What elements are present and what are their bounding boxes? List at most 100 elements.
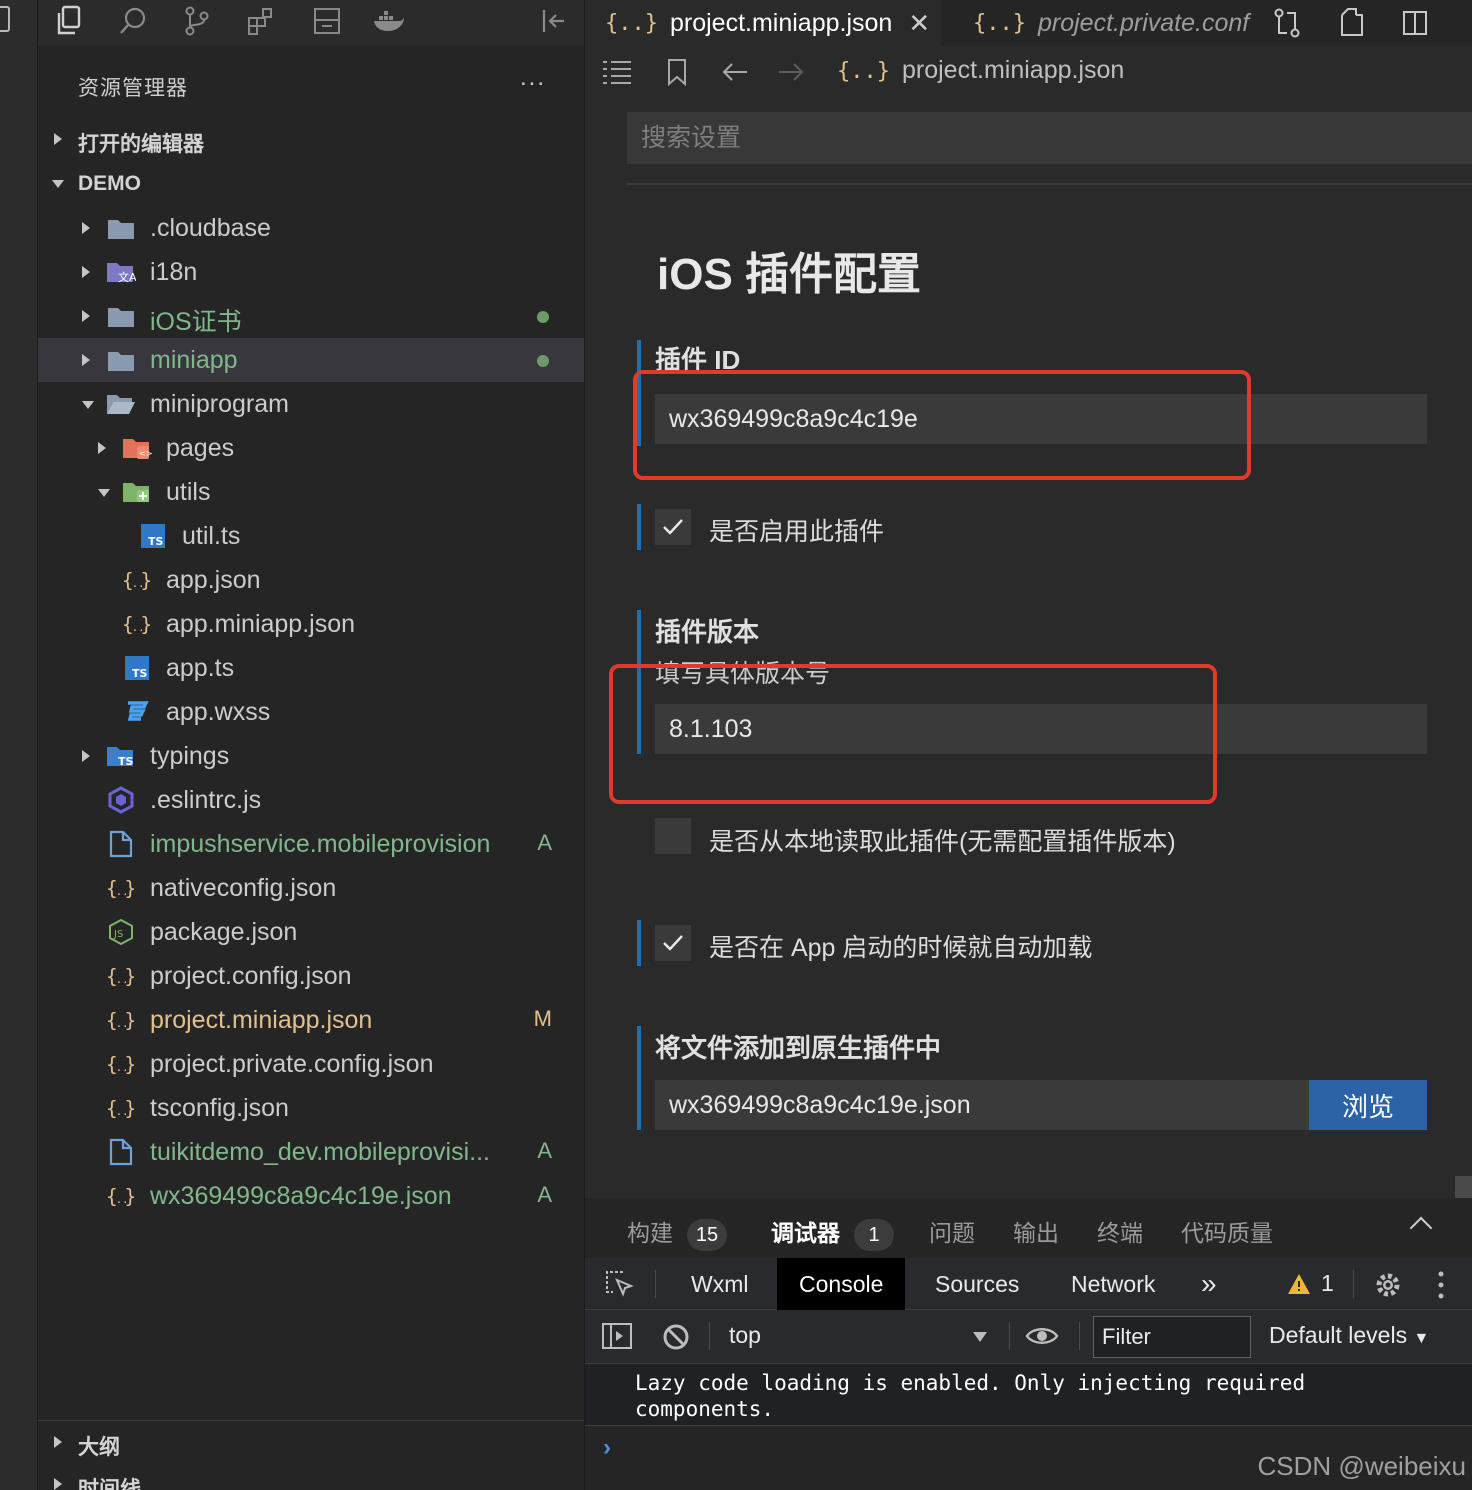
close-icon[interactable]: ✕ (908, 8, 930, 39)
svg-text:TS: TS (118, 755, 134, 768)
explorer-activity-icon[interactable] (0, 6, 10, 32)
tree-item-label: miniprogram (150, 390, 289, 418)
kebab-menu-icon[interactable] (1437, 1270, 1445, 1305)
tree-item[interactable]: utils (38, 470, 584, 514)
tree-item[interactable]: {..} app.miniapp.json (38, 602, 584, 646)
tree-item[interactable]: .cloudbase (38, 206, 584, 250)
chevron-up-icon[interactable] (1409, 1216, 1433, 1240)
files-icon[interactable] (52, 4, 86, 38)
chevron-right-icon[interactable] (82, 354, 90, 366)
tab-console[interactable]: Console (777, 1258, 906, 1310)
tree-item-label: wx369499c8a9c4c19e.json (150, 1182, 452, 1210)
tree-item-label: impushservice.mobileprovision (150, 830, 491, 858)
add-files-input[interactable]: wx369499c8a9c4c19e.json (655, 1080, 1309, 1130)
timeline-section[interactable]: 时间线 (38, 1463, 584, 1490)
tree-item[interactable]: .eslintrc.js (38, 778, 584, 822)
inspect-element-icon[interactable] (603, 1268, 637, 1302)
sidebar-toggle-icon[interactable] (601, 1322, 633, 1355)
tab-terminal[interactable]: 终端 (1097, 1214, 1143, 1248)
tree-item[interactable]: TS util.ts (38, 514, 584, 558)
tree-item[interactable]: {..} tsconfig.json (38, 1086, 584, 1130)
json-file-icon: {..} (605, 10, 658, 36)
tree-item-label: app.ts (166, 654, 235, 682)
context-select[interactable]: top (729, 1322, 761, 1349)
open-editors-section[interactable]: 打开的编辑器 (38, 118, 584, 162)
tab-sources[interactable]: Sources (913, 1258, 1041, 1310)
enable-checkbox[interactable] (655, 509, 691, 545)
log-levels-select[interactable]: Default levels ▼ (1269, 1322, 1429, 1349)
split-editor-icon[interactable] (1383, 9, 1447, 37)
tab-output[interactable]: 输出 (1013, 1214, 1059, 1248)
tree-item[interactable]: TS app.ts (38, 646, 584, 690)
chevron-down-icon[interactable] (98, 489, 110, 497)
chevron-right-icon[interactable] (98, 442, 106, 454)
console-prompt-icon[interactable]: › (603, 1434, 611, 1462)
tree-item[interactable]: miniprogram (38, 382, 584, 426)
tab-project-private[interactable]: {..} project.private.conf (955, 0, 1255, 46)
tree-item[interactable]: JS package.json (38, 910, 584, 954)
tree-item[interactable]: {..} project.private.config.json (38, 1042, 584, 1086)
project-root-section[interactable]: DEMO (38, 162, 584, 206)
compare-icon[interactable] (1255, 7, 1319, 39)
tree-item[interactable]: <> pages (38, 426, 584, 470)
bookmark-icon[interactable] (661, 56, 693, 88)
arrow-back-icon[interactable] (719, 56, 751, 88)
tree-item[interactable]: miniapp (38, 338, 584, 382)
eye-icon[interactable] (1025, 1324, 1059, 1353)
tab-problems[interactable]: 问题 (929, 1214, 975, 1248)
ts-folder-icon: TS (106, 741, 136, 771)
svg-text:TS: TS (132, 667, 148, 680)
tree-item[interactable]: {..} project.config.json (38, 954, 584, 998)
tree-item[interactable]: tuikitdemo_dev.mobileprovisi... A (38, 1130, 584, 1174)
docker-icon[interactable] (372, 4, 406, 38)
tab-debugger[interactable]: 调试器 1 (771, 1214, 894, 1251)
layout-icon[interactable] (310, 4, 344, 38)
explorer-title: 资源管理器 (78, 77, 188, 100)
settings-gear-icon[interactable] (1373, 1270, 1403, 1305)
dropdown-arrow-icon[interactable] (973, 1332, 987, 1342)
outline-section[interactable]: 大纲 (38, 1421, 584, 1465)
chevron-down-icon (52, 180, 64, 188)
tree-item[interactable]: {..} nativeconfig.json (38, 866, 584, 910)
clear-console-icon[interactable] (661, 1322, 691, 1357)
tree-item[interactable]: {..} wx369499c8a9c4c19e.json A (38, 1174, 584, 1218)
chevron-right-icon[interactable] (82, 310, 90, 322)
tree-item[interactable]: {..} project.miniapp.json M (38, 998, 584, 1042)
open-changes-icon[interactable] (1319, 7, 1383, 39)
tab-project-miniapp[interactable]: {..} project.miniapp.json ✕ (585, 0, 941, 46)
setting-add-files: 将文件添加到原生插件中 wx369499c8a9c4c19e.json 浏览 (637, 1026, 1437, 1130)
list-icon[interactable] (601, 56, 633, 88)
more-tabs-icon[interactable]: » (1179, 1258, 1239, 1310)
tree-item[interactable]: TS typings (38, 734, 584, 778)
local-checkbox[interactable] (655, 818, 691, 854)
chevron-right-icon[interactable] (82, 750, 90, 762)
search-icon[interactable] (116, 4, 150, 38)
divider (1009, 1322, 1010, 1350)
collapse-panel-icon[interactable] (536, 4, 570, 38)
chevron-right-icon[interactable] (82, 266, 90, 278)
warnings-badge[interactable]: 1 (1287, 1270, 1334, 1297)
tree-item[interactable]: app.wxss (38, 690, 584, 734)
arrow-forward-icon[interactable] (775, 56, 807, 88)
scrollbar[interactable] (1455, 1176, 1472, 1198)
tree-item[interactable]: iOS证书 (38, 294, 584, 338)
filter-input[interactable] (1094, 1317, 1250, 1357)
tree-item[interactable]: impushservice.mobileprovision A (38, 822, 584, 866)
tab-code-quality[interactable]: 代码质量 (1181, 1214, 1273, 1248)
source-control-icon[interactable] (180, 4, 214, 38)
more-actions-icon[interactable]: ... (520, 64, 546, 92)
chevron-down-icon[interactable] (82, 401, 94, 409)
settings-search-input[interactable] (627, 112, 1472, 164)
browse-button[interactable]: 浏览 (1309, 1080, 1427, 1130)
tree-item[interactable]: {..} app.json (38, 558, 584, 602)
chevron-right-icon[interactable] (82, 222, 90, 234)
extensions-icon[interactable] (244, 4, 278, 38)
tree-item[interactable]: 文A i18n (38, 250, 584, 294)
tab-wxml[interactable]: Wxml (669, 1258, 770, 1310)
tab-build[interactable]: 构建 15 (627, 1214, 727, 1251)
autoload-checkbox[interactable] (655, 925, 691, 961)
json-file-icon: {..} (122, 609, 152, 639)
tab-network[interactable]: Network (1049, 1258, 1177, 1310)
breadcrumb-file[interactable]: {..} project.miniapp.json (837, 56, 1124, 85)
highlight-box (633, 370, 1251, 480)
